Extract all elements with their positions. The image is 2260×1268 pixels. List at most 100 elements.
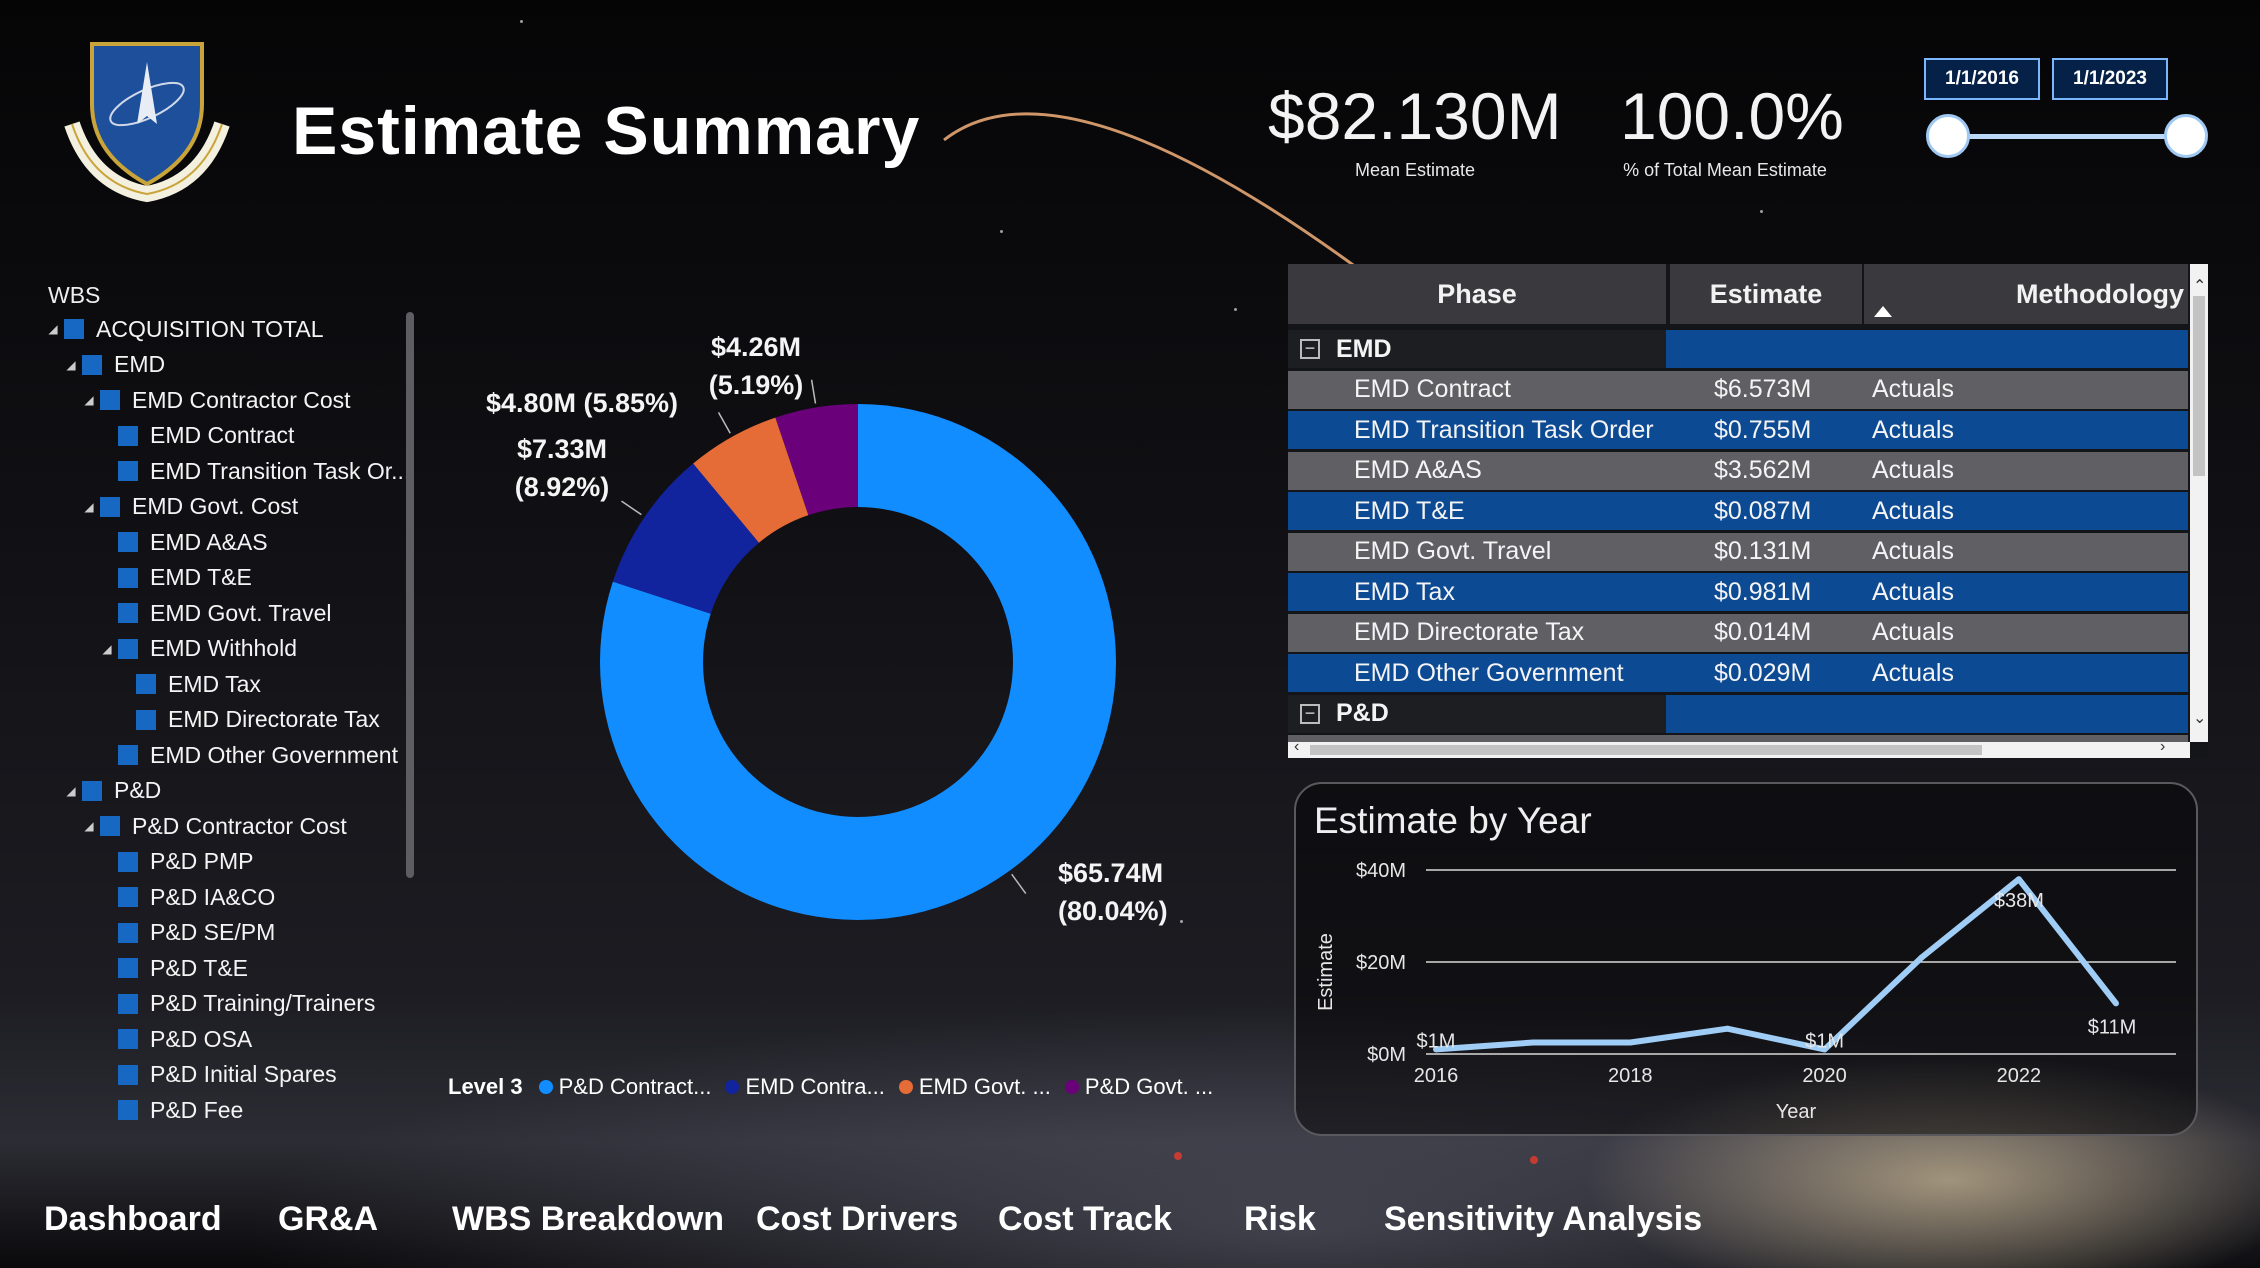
wbs-tree-item[interactable]: ◢ EMD Govt. Cost [82,490,298,524]
table-row[interactable]: EMD T&E $0.087M Actuals [1288,492,2188,530]
checkbox[interactable] [118,922,138,943]
checkbox[interactable] [118,603,138,623]
checkbox[interactable] [136,674,156,694]
wbs-tree-item[interactable]: P&D Initial Spares [100,1058,337,1092]
legend-item[interactable]: EMD Govt. ... [898,1074,1051,1100]
table-row[interactable]: EMD Govt. Travel $0.131M Actuals [1288,532,2188,571]
expand-arrow-icon[interactable]: ◢ [82,393,96,407]
checkbox[interactable] [118,532,138,552]
legend-item[interactable]: P&D Contract... [538,1074,711,1100]
checkbox[interactable] [118,567,138,588]
table-vertical-scroll-thumb[interactable] [2193,296,2205,476]
table-group-row[interactable]: − P&D [1288,694,2188,733]
end-date-slider-handle[interactable] [2164,114,2208,158]
estimate-column-header[interactable]: Estimate [1668,264,1862,324]
table-row[interactable]: EMD A&AS $3.562M Actuals [1288,451,2188,490]
expand-arrow-icon[interactable]: ◢ [82,500,96,514]
data-point[interactable] [2113,1000,2119,1007]
table-row[interactable]: EMD Directorate Tax $0.014M Actuals [1288,613,2188,652]
wbs-tree-item[interactable]: P&D OSA [100,1022,252,1056]
nav-wbs-breakdown[interactable]: WBS Breakdown [452,1200,724,1239]
table-group-row[interactable]: − EMD [1288,330,2188,368]
data-point[interactable] [1627,1039,1634,1046]
wbs-item-label: EMD Withhold [150,635,297,661]
wbs-tree-item[interactable]: EMD A&AS [100,525,268,559]
nav-cost-drivers[interactable]: Cost Drivers [756,1200,958,1239]
wbs-tree-item[interactable]: P&D IA&CO [100,880,275,914]
expand-arrow-icon[interactable]: ◢ [46,322,60,336]
table-row[interactable]: EMD Tax $0.981M Actuals [1288,573,2188,611]
checkbox[interactable] [118,1029,138,1049]
wbs-tree-item[interactable]: EMD T&E [100,561,252,595]
data-point[interactable] [2015,876,2022,883]
expand-arrow-icon[interactable]: ◢ [82,819,96,833]
star [1234,308,1237,311]
expand-arrow-icon[interactable]: ◢ [64,358,78,372]
checkbox[interactable] [118,638,138,659]
legend-item[interactable]: EMD Contra... [725,1074,885,1100]
start-date-slider-handle[interactable] [1926,114,1970,158]
checkbox[interactable] [118,958,138,978]
sort-ascending-icon[interactable] [1874,306,1892,317]
wbs-tree-item[interactable]: P&D SE/PM [100,916,275,950]
end-date-input[interactable]: 1/1/2023 [2052,58,2168,100]
checkbox[interactable] [64,319,84,339]
expand-arrow-icon[interactable]: ◢ [64,784,78,798]
wbs-tree-item[interactable]: EMD Contract [100,419,294,453]
wbs-tree-item[interactable]: ◢ P&D Contractor Cost [82,809,346,843]
nav-risk[interactable]: Risk [1244,1200,1316,1239]
checkbox[interactable] [100,496,120,517]
checkbox[interactable] [118,887,138,907]
wbs-tree-item[interactable]: P&D T&E [100,951,248,985]
scroll-up-icon[interactable]: ⌃ [2193,276,2206,296]
expand-arrow-icon[interactable]: ◢ [100,642,114,656]
table-row[interactable]: EMD Contract $6.573M Actuals [1288,370,2188,409]
wbs-tree-item[interactable]: P&D PMP [100,845,254,879]
checkbox[interactable] [118,1064,138,1085]
nav-cost-track[interactable]: Cost Track [998,1200,1172,1239]
wbs-tree-item[interactable]: EMD Tax [118,667,261,701]
table-row[interactable]: EMD Other Government $0.029M Actuals [1288,654,2188,692]
checkbox[interactable] [118,1100,138,1120]
nav-sensitivity-analysis[interactable]: Sensitivity Analysis [1384,1200,1702,1239]
table-horizontal-scroll-thumb[interactable] [1310,745,1982,755]
nav-gra[interactable]: GR&A [278,1200,378,1239]
collapse-icon[interactable]: − [1300,703,1320,724]
nav-dashboard[interactable]: Dashboard [44,1200,222,1239]
scroll-left-icon[interactable]: ‹ [1294,738,1299,756]
wbs-tree-item[interactable]: ◢ EMD Withhold [100,632,297,666]
checkbox[interactable] [136,709,156,730]
wbs-tree-item[interactable]: EMD Transition Task Or... [100,454,410,488]
wbs-tree-item[interactable]: EMD Directorate Tax [118,703,380,737]
data-point[interactable] [1724,1025,1731,1032]
start-date-input[interactable]: 1/1/2016 [1924,58,2040,100]
wbs-scrollbar[interactable] [406,312,414,878]
checkbox[interactable] [118,425,138,446]
phase-column-header[interactable]: Phase [1288,264,1666,324]
wbs-tree-item[interactable]: EMD Other Government [100,738,398,772]
checkbox[interactable] [100,390,120,410]
checkbox[interactable] [118,461,138,481]
scroll-right-icon[interactable]: › [2160,738,2165,756]
methodology-column-header[interactable]: Methodology [1864,264,2188,324]
wbs-tree-item[interactable]: ◢ EMD [64,348,165,382]
checkbox[interactable] [118,993,138,1014]
data-point[interactable] [1530,1039,1537,1046]
wbs-tree-item[interactable]: ◢ ACQUISITION TOTAL [46,312,323,346]
date-range-slider-track[interactable] [1948,134,2186,139]
legend-item[interactable]: P&D Govt. ... [1064,1074,1213,1100]
scroll-down-icon[interactable]: ⌄ [2193,708,2206,728]
data-point[interactable] [1918,954,1925,961]
checkbox[interactable] [82,354,102,375]
checkbox[interactable] [100,816,120,836]
wbs-tree-item[interactable]: ◢ P&D [64,774,161,808]
collapse-icon[interactable]: − [1300,339,1320,359]
table-row[interactable]: EMD Transition Task Order $0.755M Actuals [1288,411,2188,449]
wbs-tree-item[interactable]: EMD Govt. Travel [100,596,331,630]
wbs-tree-item[interactable]: ◢ EMD Contractor Cost [82,383,350,417]
checkbox[interactable] [118,851,138,872]
wbs-tree-item[interactable]: P&D Training/Trainers [100,987,375,1021]
wbs-tree-item[interactable]: P&D Fee [100,1093,243,1127]
checkbox[interactable] [82,780,102,801]
checkbox[interactable] [118,745,138,765]
